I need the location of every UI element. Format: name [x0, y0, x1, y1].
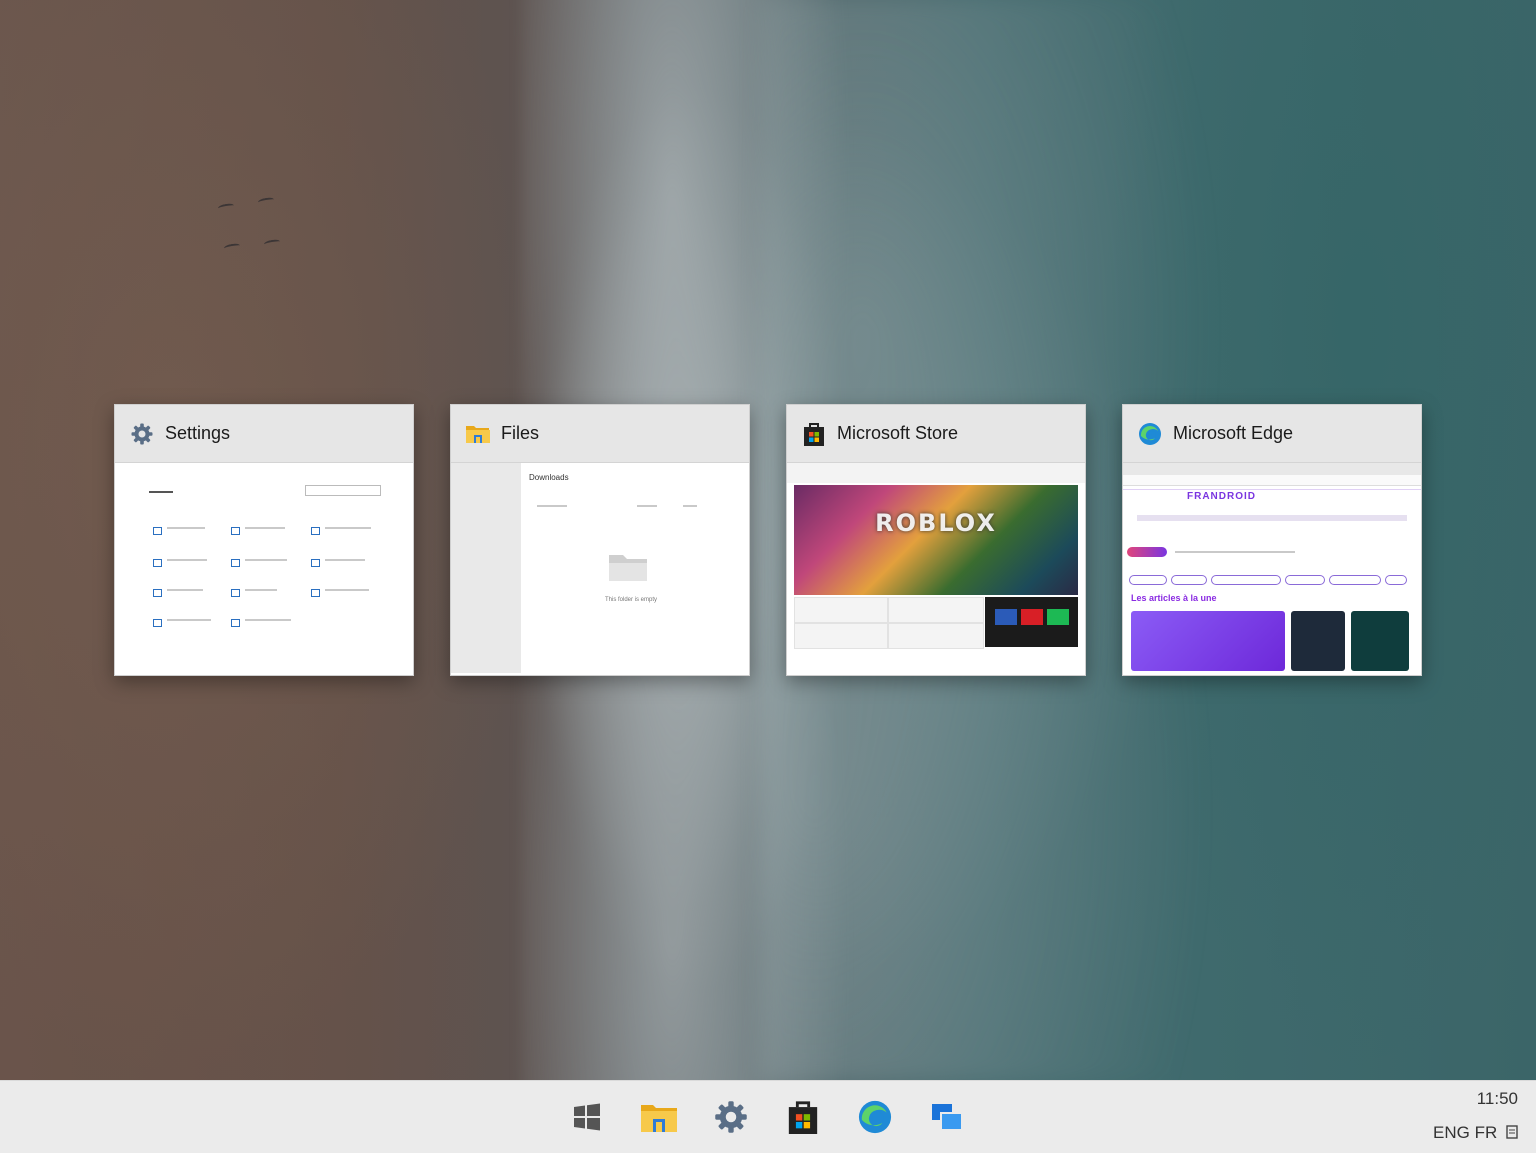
- preview-icon: [311, 589, 320, 597]
- preview-text: [683, 505, 697, 507]
- preview-article-tile: [1291, 611, 1345, 671]
- gear-icon: [715, 1101, 747, 1133]
- card-title: Microsoft Store: [837, 423, 959, 443]
- card-header: Files: [451, 405, 749, 463]
- preview-section-heading: Les articles à la une: [1131, 593, 1217, 603]
- preview-text: [167, 527, 205, 529]
- preview-text: [1175, 551, 1295, 553]
- preview-text: [167, 589, 203, 591]
- preview-tile: [794, 597, 888, 623]
- taskbar-files-button[interactable]: [637, 1095, 681, 1139]
- preview-promo-tile: [985, 597, 1078, 647]
- taskbar-settings-button[interactable]: [709, 1095, 753, 1139]
- preview-logo: [1127, 547, 1167, 557]
- preview-icon: [231, 527, 240, 535]
- task-view-icon: [932, 1104, 963, 1131]
- preview-text: [245, 527, 285, 529]
- preview-article-tile: [1351, 611, 1409, 671]
- preview-chip: [1285, 575, 1325, 585]
- preview-text: [149, 491, 173, 493]
- preview-text: [325, 559, 365, 561]
- store-bag-icon: [801, 421, 827, 447]
- task-view-card-files[interactable]: Files Downloads This folder is empty: [450, 404, 750, 676]
- empty-message: This folder is empty: [604, 597, 658, 603]
- preview-address-bar: [1123, 475, 1421, 486]
- preview-tile: [794, 623, 888, 649]
- preview-icon: [153, 559, 162, 567]
- preview-chip: [1129, 575, 1167, 585]
- task-view-card-settings[interactable]: Settings: [114, 404, 414, 676]
- preview-text: [245, 559, 287, 561]
- preview-chip: [1329, 575, 1381, 585]
- preview-tab-strip: [1123, 463, 1421, 475]
- preview-icon: [153, 619, 162, 627]
- preview-icon: [231, 619, 240, 627]
- preview-text: [325, 527, 371, 529]
- preview-text: [245, 589, 277, 591]
- preview-text: [167, 619, 211, 621]
- taskbar: 11:50 ENG FR: [0, 1080, 1536, 1153]
- card-header: Settings: [115, 405, 413, 463]
- gear-icon: [129, 421, 155, 447]
- keyboard-icon: [1506, 1125, 1518, 1139]
- preview-icon: [153, 527, 162, 535]
- card-title: Settings: [165, 423, 231, 443]
- language-label: ENG FR: [1433, 1123, 1498, 1142]
- preview-toolbar: [787, 463, 1085, 483]
- task-view-card-edge[interactable]: Microsoft Edge FRANDROID Les articles à …: [1122, 404, 1422, 676]
- preview-icon: [311, 559, 320, 567]
- preview-text: [537, 505, 567, 507]
- preview-icon: [231, 559, 240, 567]
- empty-folder-icon: [609, 555, 647, 581]
- preview-text: [325, 589, 369, 591]
- preview-text: [245, 619, 291, 621]
- settings-preview: [115, 463, 413, 673]
- folder-icon: [465, 421, 491, 447]
- taskbar-edge-button[interactable]: [853, 1095, 897, 1139]
- preview-text: [637, 505, 657, 507]
- card-title: Files: [501, 423, 540, 443]
- preview-tile: [888, 623, 984, 649]
- store-bag-icon: [788, 1101, 818, 1134]
- preview-chip: [1385, 575, 1407, 585]
- preview-hero-banner: ROBLOX: [794, 485, 1078, 595]
- edge-icon: [1137, 421, 1163, 447]
- preview-icon: [311, 527, 320, 535]
- start-button[interactable]: [565, 1095, 609, 1139]
- card-header: Microsoft Edge: [1123, 405, 1421, 463]
- folder-icon: [641, 1105, 677, 1132]
- card-header: Microsoft Store: [787, 405, 1085, 463]
- preview-icon: [231, 589, 240, 597]
- edge-icon: [858, 1100, 892, 1134]
- card-title: Microsoft Edge: [1173, 423, 1294, 443]
- language-indicator[interactable]: ENG FR: [1433, 1123, 1518, 1143]
- preview-tile: [888, 597, 984, 623]
- preview-article-tile: [1131, 611, 1285, 671]
- store-preview: ROBLOX: [787, 463, 1085, 673]
- files-preview: Downloads This folder is empty: [451, 463, 749, 673]
- edge-preview: FRANDROID Les articles à la une: [1123, 463, 1421, 673]
- task-view-card-store[interactable]: Microsoft Store ROBLOX: [786, 404, 1086, 676]
- preview-search-box: [305, 485, 381, 496]
- site-brand: FRANDROID: [1187, 491, 1256, 502]
- preview-sidebar: [451, 463, 521, 673]
- preview-heading: Downloads: [529, 473, 569, 482]
- taskbar-store-button[interactable]: [781, 1095, 825, 1139]
- preview-chip: [1211, 575, 1281, 585]
- system-tray[interactable]: 11:50 ENG FR: [1433, 1089, 1518, 1143]
- task-view-button[interactable]: [925, 1095, 969, 1139]
- clock-time: 11:50: [1476, 1089, 1518, 1108]
- preview-icon: [153, 589, 162, 597]
- preview-nav-row: [1137, 515, 1407, 521]
- hero-title: ROBLOX: [875, 509, 997, 537]
- preview-text: [167, 559, 207, 561]
- start-icon: [574, 1103, 600, 1131]
- preview-chip: [1171, 575, 1207, 585]
